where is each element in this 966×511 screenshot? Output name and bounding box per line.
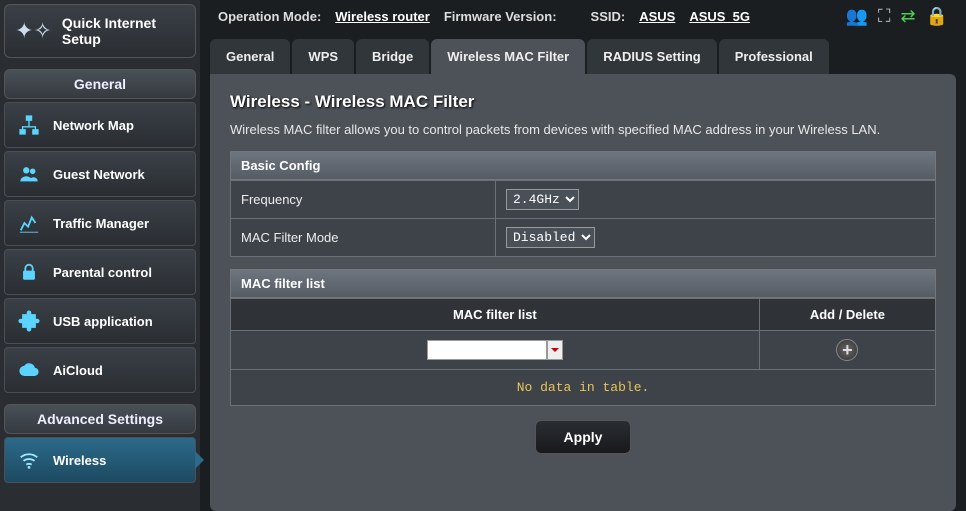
ssid-1[interactable]: ASUS: [639, 9, 675, 24]
basic-config-header: Basic Config: [230, 151, 936, 180]
content-panel: Wireless - Wireless MAC Filter Wireless …: [210, 74, 956, 511]
puzzle-icon: [17, 309, 41, 333]
network-icon[interactable]: ⛶: [878, 6, 891, 27]
op-mode-label: Operation Mode:: [218, 9, 321, 24]
tab-general[interactable]: General: [210, 39, 290, 74]
sidebar-item-wireless[interactable]: Wireless: [4, 437, 196, 483]
frequency-label: Frequency: [231, 181, 496, 219]
frequency-select[interactable]: 2.4GHz: [506, 189, 579, 210]
col-action: Add / Delete: [759, 299, 935, 331]
sidebar-item-label: Parental control: [53, 265, 152, 280]
usb-icon[interactable]: ⇄: [900, 6, 915, 27]
quick-internet-setup[interactable]: ✦✧ Quick Internet Setup: [4, 4, 196, 58]
sidebar-item-aicloud[interactable]: AiCloud: [4, 347, 196, 393]
mac-address-input[interactable]: [427, 340, 547, 360]
sidebar-item-label: Traffic Manager: [53, 216, 149, 231]
sidebar-item-label: USB application: [53, 314, 153, 329]
wand-icon: ✦✧: [15, 18, 52, 44]
empty-message: No data in table.: [230, 370, 936, 406]
fw-label: Firmware Version:: [444, 9, 557, 24]
maclist-header: MAC filter list: [230, 269, 936, 298]
table-row: +: [231, 331, 936, 370]
lock-icon: [17, 260, 41, 284]
mode-label: MAC Filter Mode: [231, 219, 496, 257]
tab-professional[interactable]: Professional: [719, 39, 829, 74]
sidebar-item-network-map[interactable]: Network Map: [4, 102, 196, 148]
cloud-icon: [17, 358, 41, 382]
apply-button[interactable]: Apply: [535, 420, 632, 454]
tab-bridge[interactable]: Bridge: [356, 39, 429, 74]
sidebar-item-guest-network[interactable]: Guest Network: [4, 151, 196, 197]
basic-config-table: Frequency 2.4GHz MAC Filter Mode Disable…: [230, 180, 936, 257]
op-mode-value[interactable]: Wireless router: [335, 9, 430, 24]
col-list: MAC filter list: [231, 299, 760, 331]
sidebar-item-label: AiCloud: [53, 363, 103, 378]
page-description: Wireless MAC filter allows you to contro…: [230, 122, 936, 137]
mode-select[interactable]: Disabled: [506, 227, 595, 248]
qis-label: Quick Internet Setup: [62, 15, 185, 47]
sidebar-item-parental-control[interactable]: Parental control: [4, 249, 196, 295]
section-advanced: Advanced Settings: [4, 404, 196, 434]
guest-network-icon: [17, 162, 41, 186]
ssid-label: SSID:: [591, 9, 626, 24]
sidebar-item-usb-application[interactable]: USB application: [4, 298, 196, 344]
sidebar-item-label: Wireless: [53, 453, 106, 468]
tab-wps[interactable]: WPS: [292, 39, 354, 74]
tab-mac-filter[interactable]: Wireless MAC Filter: [431, 39, 585, 74]
add-button[interactable]: +: [836, 339, 858, 361]
mac-dropdown-button[interactable]: [547, 340, 563, 360]
topbar: Operation Mode: Wireless router Firmware…: [210, 0, 956, 33]
network-map-icon: [17, 113, 41, 137]
lock-status-icon[interactable]: 🔒: [926, 6, 948, 27]
clients-icon[interactable]: 👥: [845, 6, 867, 27]
ssid-2[interactable]: ASUS_5G: [689, 9, 750, 24]
sidebar-item-label: Guest Network: [53, 167, 145, 182]
sidebar-item-traffic-manager[interactable]: Traffic Manager: [4, 200, 196, 246]
sidebar-item-label: Network Map: [53, 118, 134, 133]
wifi-icon: [17, 448, 41, 472]
section-general: General: [4, 69, 196, 99]
tabs: General WPS Bridge Wireless MAC Filter R…: [210, 39, 956, 74]
tab-radius[interactable]: RADIUS Setting: [587, 39, 717, 74]
maclist-table: MAC filter list Add / Delete +: [230, 298, 936, 370]
page-title: Wireless - Wireless MAC Filter: [230, 92, 936, 112]
traffic-manager-icon: [17, 211, 41, 235]
